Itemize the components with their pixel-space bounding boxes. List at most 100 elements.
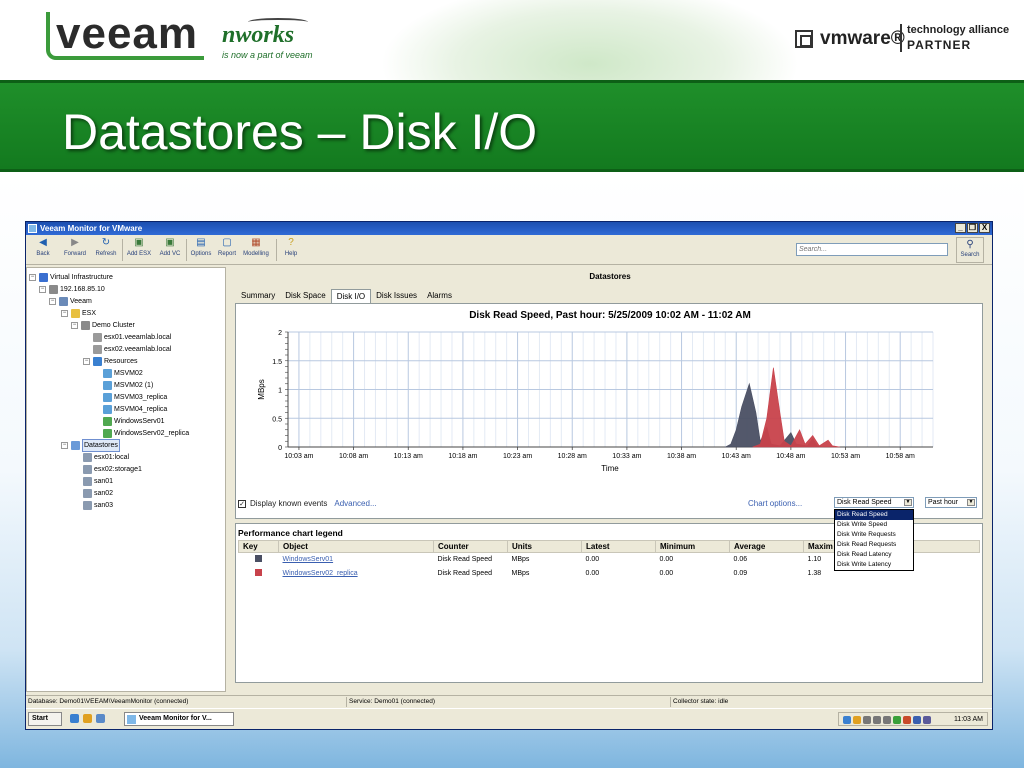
tree-collapse-icon[interactable]: − xyxy=(83,358,90,365)
report-button[interactable]: ▢ Report xyxy=(216,237,238,263)
tree-node[interactable]: MSVM02 (1) xyxy=(103,380,153,391)
desktop-icon[interactable] xyxy=(96,714,105,723)
tab-disk-issues[interactable]: Disk Issues xyxy=(371,289,422,303)
minimize-button[interactable]: _ xyxy=(955,223,966,233)
tab-disk-space[interactable]: Disk Space xyxy=(280,289,330,303)
tree-node-icon xyxy=(93,345,102,354)
tray-icon[interactable] xyxy=(893,716,901,724)
x-tick-label: 10:53 am xyxy=(831,453,860,460)
tree-node[interactable]: MSVM04_replica xyxy=(103,404,167,415)
forward-button[interactable]: ▶ Forward xyxy=(60,237,90,263)
tree-node[interactable]: − Demo Cluster xyxy=(71,320,135,331)
counter-option[interactable]: Disk Write Latency xyxy=(835,560,913,570)
tree-node[interactable]: WindowsServ02_replica xyxy=(103,428,189,439)
legend-cell-object[interactable]: WindowsServ02_replica xyxy=(279,567,434,581)
search-label: Search xyxy=(960,252,980,258)
legend-object-link[interactable]: WindowsServ02_replica xyxy=(283,570,358,577)
tray-icon[interactable] xyxy=(853,716,861,724)
add-esx-button[interactable]: ▣ Add ESX xyxy=(124,237,154,263)
column-header[interactable]: Units xyxy=(507,540,582,553)
counter-option[interactable]: Disk Read Speed xyxy=(835,510,913,520)
tab-disk-io[interactable]: Disk I/O xyxy=(330,289,372,303)
column-header[interactable]: Key xyxy=(238,540,279,553)
x-tick-label: 10:08 am xyxy=(339,453,368,460)
tree-node[interactable]: − Datastores xyxy=(61,439,120,452)
refresh-label: Refresh xyxy=(95,251,117,257)
app-titlebar[interactable]: Veeam Monitor for VMware _ ❐ X xyxy=(26,222,992,235)
tree-node[interactable]: esx01:local xyxy=(83,452,129,463)
chevron-down-icon[interactable]: ▼ xyxy=(967,499,975,506)
advanced-link[interactable]: Advanced... xyxy=(334,499,376,508)
tray-icon[interactable] xyxy=(913,716,921,724)
column-header[interactable]: Counter xyxy=(433,540,508,553)
tray-icon[interactable] xyxy=(883,716,891,724)
search-input[interactable] xyxy=(796,243,948,256)
counter-select[interactable]: Disk Read Speed ▼ xyxy=(834,497,914,508)
tree-node[interactable]: san01 xyxy=(83,476,113,487)
tree-collapse-icon[interactable]: − xyxy=(61,442,68,449)
add-vc-label: Add VC xyxy=(159,251,181,257)
tray-icon[interactable] xyxy=(903,716,911,724)
close-button[interactable]: X xyxy=(979,223,990,233)
legend-cell-average: 0.06 xyxy=(733,556,748,564)
tree-collapse-icon[interactable]: − xyxy=(39,286,46,293)
tree-node-icon xyxy=(103,369,112,378)
modelling-button[interactable]: ▦ Modelling xyxy=(240,237,272,263)
start-button[interactable]: Start xyxy=(28,712,62,726)
help-button[interactable]: ? Help xyxy=(280,237,302,263)
tree-node[interactable]: − Veeam xyxy=(49,296,92,307)
tree-node[interactable]: MSVM02 xyxy=(103,368,143,379)
tree-node[interactable]: esx02:storage1 xyxy=(83,464,142,475)
tray-icon[interactable] xyxy=(863,716,871,724)
tree-node[interactable]: − Virtual Infrastructure xyxy=(29,272,113,283)
column-header[interactable]: Object xyxy=(278,540,434,553)
display-events-checkbox[interactable]: ✓ xyxy=(238,499,246,508)
tray-icon[interactable] xyxy=(843,716,851,724)
counter-option[interactable]: Disk Read Requests xyxy=(835,540,913,550)
chart-options-link[interactable]: Chart options... xyxy=(748,499,802,508)
tree-node[interactable]: − ESX xyxy=(61,308,96,319)
tree-node[interactable]: − 192.168.85.10 xyxy=(39,284,105,295)
tree-node[interactable]: WindowsServ01 xyxy=(103,416,165,427)
tree-node[interactable]: san03 xyxy=(83,500,113,511)
tree-collapse-icon[interactable]: − xyxy=(61,310,68,317)
options-button[interactable]: ▤ Options xyxy=(188,237,214,263)
legend-key-swatch xyxy=(254,569,262,576)
tree-node[interactable]: esx02.veeamlab.local xyxy=(93,344,171,355)
counter-option[interactable]: Disk Write Requests xyxy=(835,530,913,540)
tree-node-label: san03 xyxy=(94,502,114,509)
tray-icon[interactable] xyxy=(923,716,931,724)
counter-option[interactable]: Disk Read Latency xyxy=(835,550,913,560)
tree-node[interactable]: san02 xyxy=(83,488,113,499)
period-select[interactable]: Past hour ▼ xyxy=(925,497,977,508)
chevron-down-icon[interactable]: ▼ xyxy=(904,499,912,506)
legend-cell-object[interactable]: WindowsServ01 xyxy=(279,553,434,567)
refresh-button[interactable]: ↻ Refresh xyxy=(92,237,120,263)
x-axis-label: Time xyxy=(601,464,619,473)
add-vc-button[interactable]: ▣ Add VC xyxy=(156,237,184,263)
tree-node[interactable]: esx01.veeamlab.local xyxy=(93,332,171,343)
search-button[interactable]: ⚲ Search xyxy=(956,237,984,263)
taskbar-item-veeam-monitor[interactable]: Veeam Monitor for V... xyxy=(124,712,234,726)
tray-icon[interactable] xyxy=(873,716,881,724)
tab-summary[interactable]: Summary xyxy=(236,289,280,303)
explorer-icon[interactable] xyxy=(83,714,92,723)
tree-collapse-icon[interactable]: − xyxy=(49,298,56,305)
tree-node[interactable]: − Resources xyxy=(83,356,137,367)
ie-icon[interactable] xyxy=(70,714,79,723)
display-events-label: Display known events xyxy=(250,499,328,508)
tree-node-label: WindowsServ02_replica xyxy=(114,430,190,437)
tab-alarms[interactable]: Alarms xyxy=(422,289,457,303)
column-header[interactable]: Latest xyxy=(581,540,656,553)
legend-object-link[interactable]: WindowsServ01 xyxy=(283,556,334,563)
tree-collapse-icon[interactable]: − xyxy=(29,274,36,281)
clock: 11:03 AM xyxy=(953,716,983,723)
tree-node[interactable]: MSVM03_replica xyxy=(103,392,167,403)
column-header[interactable]: Average xyxy=(729,540,804,553)
column-header[interactable]: Minimum xyxy=(655,540,730,553)
restore-button[interactable]: ❐ xyxy=(967,223,978,233)
counter-option[interactable]: Disk Write Speed xyxy=(835,520,913,530)
back-button[interactable]: ◀ Back xyxy=(32,237,54,263)
tree-collapse-icon[interactable]: − xyxy=(71,322,78,329)
y-axis-label: MBps xyxy=(257,379,266,399)
